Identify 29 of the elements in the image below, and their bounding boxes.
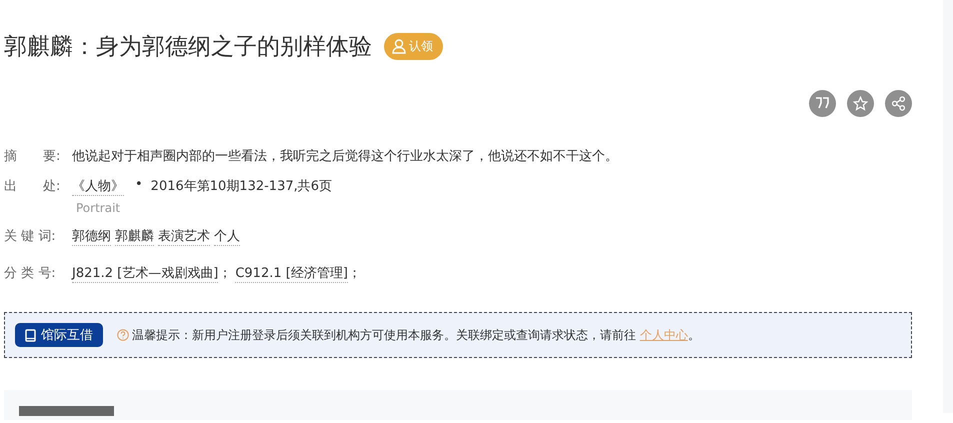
star-button[interactable] bbox=[847, 90, 874, 117]
separator-dot: • bbox=[135, 177, 143, 192]
journal-english-name: Portrait bbox=[76, 201, 122, 215]
quote-icon bbox=[815, 97, 830, 110]
interlibrary-loan-button[interactable]: 馆际互借 bbox=[15, 323, 103, 347]
field-label: 关 键 词: bbox=[4, 228, 57, 245]
field-label: 出 处: bbox=[4, 178, 62, 195]
keyword-link[interactable]: 郭德纲 bbox=[72, 227, 111, 246]
field-label: 分 类 号: bbox=[4, 265, 57, 282]
abstract-text: 他说起对于相声圈内部的一些看法，我听完之后觉得这个行业水太深了，他说还不如不干这个。 bbox=[72, 148, 618, 165]
notice-text: 温馨提示：新用户注册登录后须关联到机构方可使用本服务。关联绑定或查询请求状态，请前往 个人中心。 bbox=[132, 326, 700, 344]
question-icon bbox=[117, 329, 129, 341]
quote-button[interactable] bbox=[809, 90, 836, 117]
keyword-link[interactable]: 表演艺术 bbox=[158, 227, 210, 246]
separator: ； bbox=[218, 265, 232, 282]
share-button[interactable] bbox=[885, 90, 912, 117]
classification-link[interactable]: C912.1 [经济管理] bbox=[235, 264, 348, 283]
separator: ； bbox=[348, 265, 361, 282]
article-title: 郭麒麟：身为郭德纲之子的别样体验 bbox=[4, 32, 372, 62]
tablet-icon bbox=[25, 328, 36, 342]
person-icon bbox=[392, 38, 406, 54]
issue-text: 2016年第10期132-137,共6页 bbox=[150, 178, 332, 195]
field-label: 摘 要: bbox=[4, 148, 62, 165]
classification-link[interactable]: J821.2 [艺术—戏剧戏曲] bbox=[72, 264, 218, 283]
share-icon bbox=[891, 96, 906, 111]
star-icon bbox=[853, 96, 868, 111]
journal-link[interactable]: 《人物》 bbox=[72, 177, 124, 196]
keyword-link[interactable]: 个人 bbox=[214, 227, 240, 246]
keyword-link[interactable]: 郭麒麟 bbox=[115, 227, 154, 246]
